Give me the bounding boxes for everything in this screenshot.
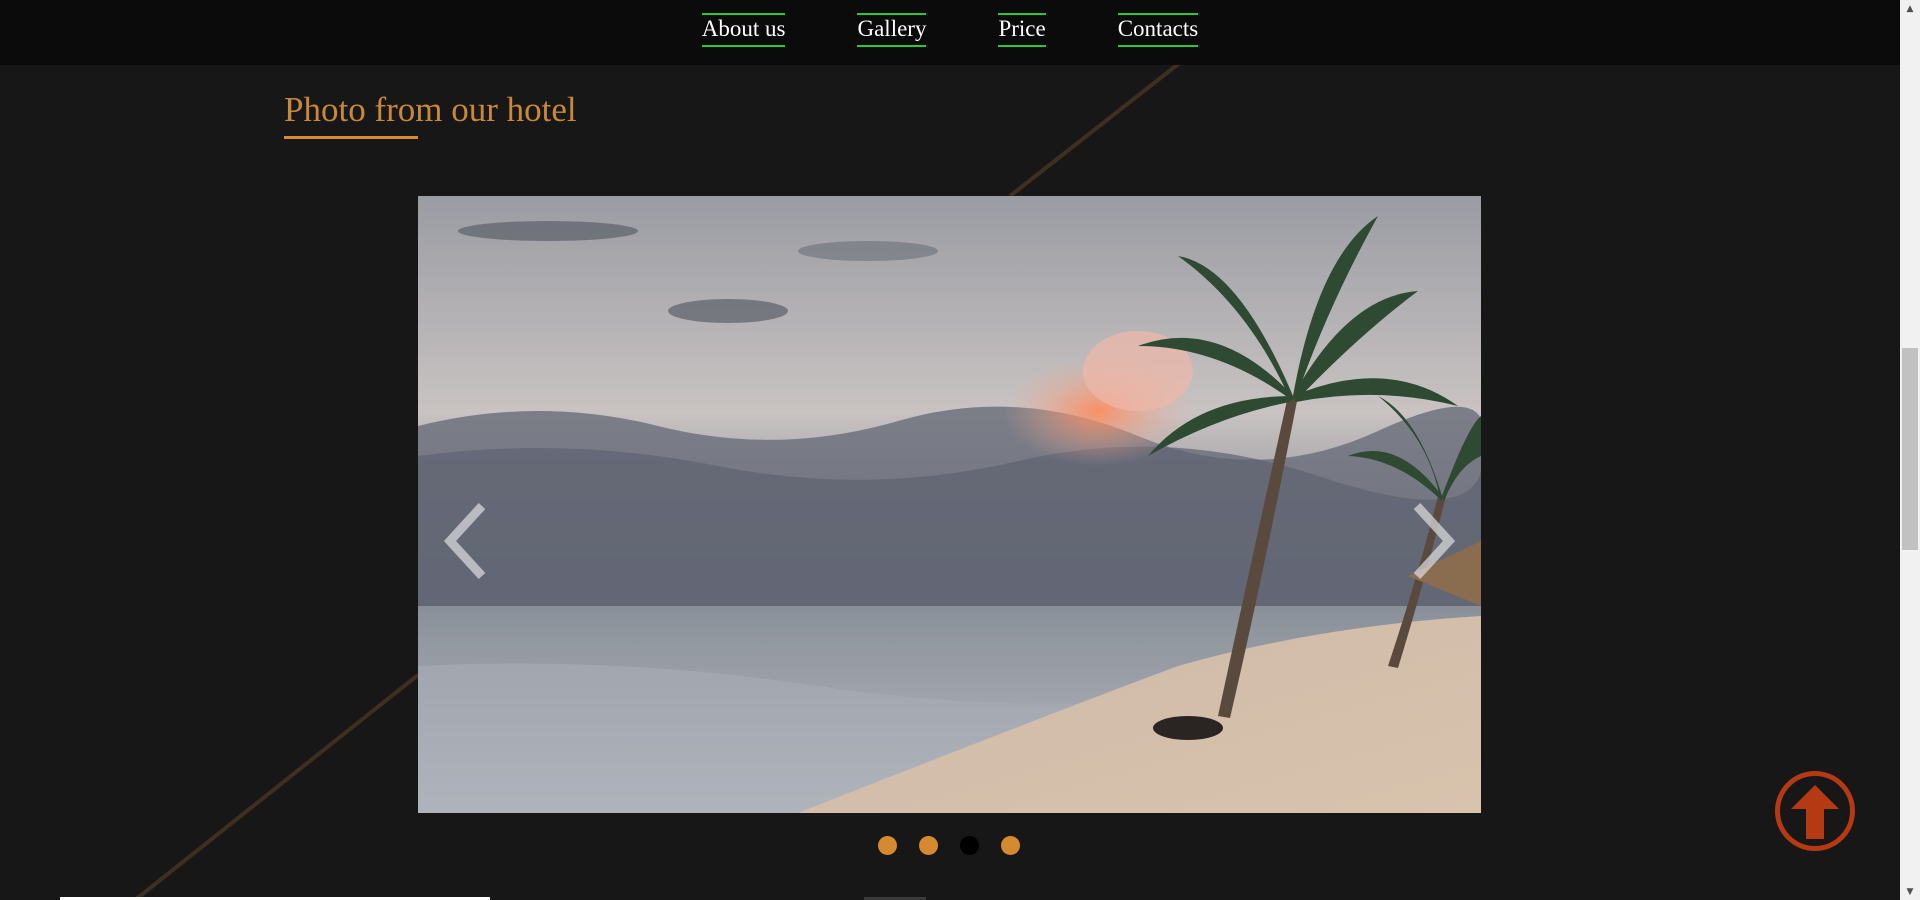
main-nav: About us Gallery Price Contacts [701,13,1199,48]
carousel-slide-image [418,196,1481,813]
nav-contacts[interactable]: Contacts [1117,13,1199,48]
carousel-dot-1[interactable] [878,836,897,855]
title-underline [284,136,418,139]
scroll-up-arrow-icon[interactable]: ▲ [1900,0,1920,17]
scrollbar-thumb[interactable] [1902,348,1918,550]
nav-price[interactable]: Price [998,13,1046,48]
back-to-top-button[interactable] [1775,771,1855,851]
carousel-indicators [878,836,1020,855]
nav-gallery[interactable]: Gallery [857,13,927,48]
carousel-prev-button[interactable] [440,496,490,586]
nav-about-us[interactable]: About us [701,13,786,48]
carousel-dot-3[interactable] [960,836,979,855]
scroll-down-arrow-icon[interactable]: ▼ [1900,883,1920,900]
chevron-right-icon [1413,502,1456,580]
photo-carousel [418,196,1481,813]
carousel-dot-4[interactable] [1001,836,1020,855]
carousel-dot-2[interactable] [919,836,938,855]
section-title: Photo from our hotel [284,90,577,129]
page-scrollbar[interactable]: ▲ ▼ [1900,0,1920,900]
top-navigation-bar: About us Gallery Price Contacts [0,0,1900,65]
carousel-next-button[interactable] [1409,496,1459,586]
arrow-up-icon [1791,785,1839,839]
chevron-left-icon [443,502,486,580]
